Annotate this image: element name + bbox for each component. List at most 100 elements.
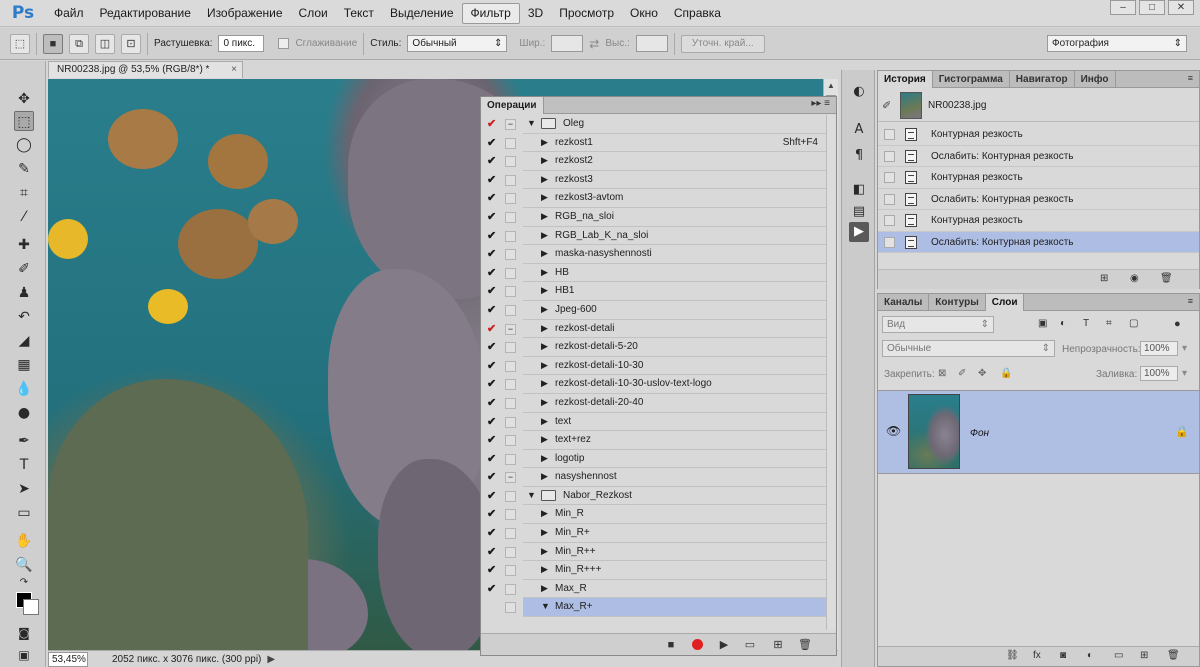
menu-edit[interactable]: Редактирование [92, 0, 199, 27]
feather-input[interactable]: 0 пикс. [218, 35, 265, 52]
swap-dimensions-icon[interactable]: ⇄ [589, 37, 599, 51]
clone-stamp-icon[interactable]: ♟ [14, 283, 34, 303]
filter-pixel-icon[interactable]: ▣ [1038, 318, 1047, 329]
opacity-dropdown-icon[interactable]: ▾ [1182, 343, 1187, 354]
action-row[interactable]: ✔ − ▶ rezkost-detali [481, 320, 826, 339]
toggle-checkmark-icon[interactable]: ✔ [487, 377, 497, 390]
expand-arrow-icon[interactable]: ▶ [541, 397, 548, 408]
stop-icon[interactable]: ■ [664, 638, 678, 652]
action-row[interactable]: ✔ ▶ HB [481, 264, 826, 283]
dialog-toggle[interactable]: − [505, 472, 516, 484]
history-state-row[interactable]: Контурная резкость [878, 210, 1199, 232]
toggle-checkmark-icon[interactable]: ✔ [487, 247, 497, 260]
visibility-eye-icon[interactable]: 👁 [886, 424, 901, 438]
antialias-checkbox[interactable] [278, 38, 290, 49]
expand-arrow-icon[interactable]: ▶ [541, 155, 548, 166]
menu-window[interactable]: Окно [622, 0, 666, 27]
dialog-toggle[interactable] [505, 360, 516, 372]
toggle-checkmark-icon[interactable]: ✔ [487, 173, 497, 186]
action-row[interactable]: ✔ ▶ Jpeg-600 [481, 301, 826, 320]
styles-icon[interactable]: ◧ [849, 180, 869, 200]
dialog-toggle[interactable] [505, 286, 516, 298]
expand-arrow-icon[interactable]: ▶ [541, 360, 548, 371]
add-mask-icon[interactable]: ◙ [1060, 650, 1066, 661]
action-row[interactable]: ▼ Max_R+ [481, 598, 826, 618]
action-row[interactable]: ✔ ▶ Min_R+++ [481, 561, 826, 580]
lock-pixels-icon[interactable]: ✐ [958, 368, 966, 379]
expand-arrow-icon[interactable]: ▶ [541, 285, 548, 296]
history-source-checkbox[interactable] [884, 150, 895, 162]
filter-toggle-icon[interactable]: ● [1174, 318, 1181, 330]
layer-style-icon[interactable]: fx [1033, 650, 1041, 661]
maximize-button[interactable]: □ [1139, 0, 1165, 15]
history-source-checkbox[interactable] [884, 193, 895, 205]
zoom-tool-icon[interactable]: 🔍 [14, 555, 34, 575]
dodge-tool-icon[interactable]: ● [14, 403, 34, 423]
menu-help[interactable]: Справка [666, 0, 729, 27]
minimize-button[interactable]: – [1110, 0, 1136, 15]
delete-icon[interactable]: 🗑 [798, 638, 812, 652]
dialog-toggle[interactable] [505, 156, 516, 168]
dialog-toggle[interactable]: − [505, 119, 516, 130]
new-selection-icon[interactable]: ■ [43, 33, 63, 54]
style-select[interactable]: Обычный ⇕ [407, 35, 508, 52]
tab-actions[interactable]: Операции [481, 97, 544, 114]
expand-arrow-icon[interactable]: ▶ [541, 416, 548, 427]
screen-mode-icon[interactable]: ▣ [14, 645, 34, 665]
marquee-tool-preset-icon[interactable]: ⬚ [10, 33, 30, 54]
expand-arrow-icon[interactable]: ▶ [541, 341, 548, 352]
tab-navigator[interactable]: Навигатор [1010, 71, 1075, 88]
refine-edge-button[interactable]: Уточн. край... [680, 34, 765, 53]
fill-field[interactable]: 100% [1140, 366, 1178, 381]
dialog-toggle[interactable] [505, 546, 516, 558]
toggle-checkmark-icon[interactable]: ✔ [487, 191, 497, 204]
link-layers-icon[interactable]: ⛓ [1006, 650, 1019, 661]
subtract-selection-icon[interactable]: ◫ [95, 33, 115, 54]
toggle-checkmark-icon[interactable]: ✔ [487, 452, 497, 465]
dialog-toggle[interactable] [505, 435, 516, 447]
collapse-arrow-icon[interactable]: ▼ [527, 118, 536, 128]
dialog-toggle[interactable] [505, 193, 516, 205]
tab-histogram[interactable]: Гистограмма [933, 71, 1010, 88]
rectangle-tool-icon[interactable]: ▭ [14, 503, 34, 523]
tab-info[interactable]: Инфо [1075, 71, 1116, 88]
lasso-tool-icon[interactable]: ◯ [14, 135, 34, 155]
dialog-toggle[interactable] [505, 509, 516, 521]
toggle-checkmark-icon[interactable]: ✔ [487, 340, 497, 353]
history-state-row[interactable]: Контурная резкость [878, 167, 1199, 189]
dialog-toggle[interactable] [505, 249, 516, 261]
filter-smart-object-icon[interactable]: ▢ [1129, 318, 1138, 329]
dialog-toggle[interactable] [505, 137, 516, 149]
new-set-icon[interactable]: ▭ [743, 638, 757, 652]
width-input[interactable] [551, 35, 584, 52]
actions-scrollbar[interactable] [826, 115, 836, 630]
dialog-toggle[interactable] [505, 397, 516, 409]
intersect-selection-icon[interactable]: ⊡ [121, 33, 141, 54]
path-selection-icon[interactable]: ➤ [14, 479, 34, 499]
action-row[interactable]: ✔ ▶ HB1 [481, 282, 826, 301]
dialog-toggle[interactable] [505, 267, 516, 279]
menu-filter[interactable]: Фильтр [461, 2, 520, 24]
filter-type-icon[interactable]: T [1083, 318, 1089, 329]
toggle-checkmark-icon[interactable]: ✔ [487, 136, 497, 149]
character-icon[interactable]: A [849, 120, 869, 140]
layer-kind-filter[interactable]: Вид ⇕ [882, 316, 994, 333]
dialog-toggle[interactable] [505, 583, 516, 595]
expand-arrow-icon[interactable]: ▶ [541, 508, 548, 519]
document-tab[interactable]: NR00238.jpg @ 53,5% (RGB/8*) * × [48, 61, 243, 78]
history-state-row[interactable]: Ослабить: Контурная резкость [878, 189, 1199, 210]
new-action-icon[interactable]: ⊞ [771, 638, 785, 652]
history-snapshot[interactable]: ✐ NR00238.jpg [878, 89, 1199, 122]
adjustments-icon[interactable]: ◐ [849, 82, 869, 102]
action-row[interactable]: ✔ ▶ text [481, 413, 826, 432]
dialog-toggle[interactable] [505, 453, 516, 465]
action-set-row[interactable]: ✔ − ▼ Oleg [481, 115, 826, 134]
dialog-toggle[interactable] [505, 174, 516, 186]
collapse-arrow-icon[interactable]: ▼ [541, 601, 550, 611]
gradient-tool-icon[interactable]: ▦ [14, 355, 34, 375]
blend-mode-select[interactable]: Обычные ⇕ [882, 340, 1055, 357]
action-row[interactable]: ✔ ▶ rezkost-detali-10-30 [481, 357, 826, 376]
action-row[interactable]: ✔ ▶ rezkost3-avtom [481, 189, 826, 208]
snapshot-camera-icon[interactable]: ◉ [1130, 273, 1139, 284]
expand-arrow-icon[interactable]: ▶ [541, 192, 548, 203]
